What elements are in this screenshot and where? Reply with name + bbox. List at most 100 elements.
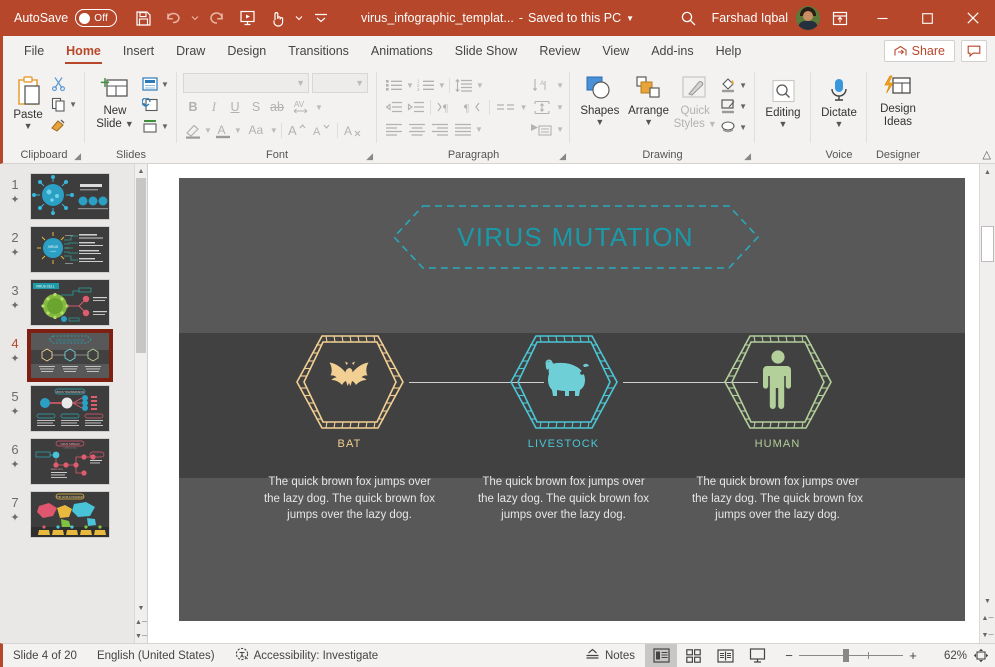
quick-styles-dropdown-icon[interactable]: ▼ xyxy=(708,120,717,129)
body-text-human[interactable]: The quick brown fox jumps over the lazy … xyxy=(689,474,867,524)
shapes-dropdown-icon[interactable]: ▼ xyxy=(595,118,604,127)
tab-add-ins[interactable]: Add-ins xyxy=(640,36,704,66)
zoom-in-button[interactable]: + xyxy=(903,648,923,663)
editing-button[interactable]: Editing ▼ xyxy=(761,77,805,129)
slide-sorter-view-button[interactable] xyxy=(677,644,709,667)
align-text-dropdown-icon[interactable]: ▼ xyxy=(556,103,564,112)
thumbnail-slide-1[interactable]: 1 ✦ xyxy=(0,170,147,223)
touch-mode-icon[interactable] xyxy=(263,5,291,31)
change-case-button[interactable]: Aa xyxy=(243,120,269,140)
tab-help[interactable]: Help xyxy=(705,36,753,66)
arrange-button[interactable]: Arrange ▼ xyxy=(624,73,674,127)
slide-title-shape[interactable]: VIRUS MUTATION xyxy=(392,204,760,270)
node-bat[interactable]: BAT xyxy=(291,330,409,450)
new-slide-button[interactable]: New Slide ▼ xyxy=(91,73,139,131)
italic-button[interactable]: I xyxy=(204,97,224,117)
accessibility-checker[interactable]: Accessibility: Investigate xyxy=(225,644,389,667)
paste-dropdown-icon[interactable]: ▼ xyxy=(24,122,33,131)
rtl-text-direction-button[interactable]: ¶ xyxy=(461,97,487,117)
save-state-label[interactable]: Saved to this PC xyxy=(528,11,621,25)
character-spacing-dropdown-icon[interactable]: ▼ xyxy=(315,103,323,112)
dictate-dropdown-icon[interactable]: ▼ xyxy=(835,120,844,129)
font-dialog-launcher[interactable]: ◢ xyxy=(366,151,373,162)
user-name[interactable]: Farshad Iqbal xyxy=(712,11,788,25)
shapes-button[interactable]: Shapes ▼ xyxy=(576,73,624,127)
paragraph-dialog-launcher[interactable]: ◢ xyxy=(559,151,566,162)
normal-view-button[interactable] xyxy=(645,643,677,667)
clipboard-dialog-launcher[interactable]: ◢ xyxy=(74,151,81,162)
character-spacing-button[interactable]: AV xyxy=(288,97,314,117)
undo-icon[interactable] xyxy=(159,5,187,31)
comments-button[interactable] xyxy=(961,40,987,62)
save-state-dropdown-icon[interactable]: ▼ xyxy=(626,14,634,23)
tab-slide-show[interactable]: Slide Show xyxy=(444,36,529,66)
thumbnail-slide-5[interactable]: 5 ✦ VIRUS TRANSMISSION xyxy=(0,382,147,435)
shape-outline-dropdown-icon[interactable]: ▼ xyxy=(739,102,747,111)
save-icon[interactable] xyxy=(129,5,157,31)
customize-quick-access-icon[interactable] xyxy=(307,5,335,31)
paste-button[interactable]: Paste ▼ xyxy=(9,73,47,131)
slide-previous-slide-icon[interactable]: ▲─ xyxy=(980,610,995,626)
columns-dropdown-icon[interactable]: ▼ xyxy=(520,103,528,112)
tab-draw[interactable]: Draw xyxy=(165,36,216,66)
slide-show-view-button[interactable] xyxy=(741,644,773,667)
align-left-button[interactable] xyxy=(383,119,405,139)
ltr-text-direction-button[interactable]: ¶ xyxy=(434,97,460,117)
body-text-livestock[interactable]: The quick brown fox jumps over the lazy … xyxy=(475,474,653,524)
thumbnail-scroll-thumb[interactable] xyxy=(136,178,146,353)
justify-dropdown-icon[interactable]: ▼ xyxy=(475,125,483,134)
text-shadow-button[interactable]: S xyxy=(246,97,266,117)
shape-effects-dropdown-icon[interactable]: ▼ xyxy=(739,123,747,132)
tab-file[interactable]: File xyxy=(13,36,55,66)
slide-counter[interactable]: Slide 4 of 20 xyxy=(3,644,87,667)
font-color-button[interactable]: A xyxy=(213,120,233,140)
thumbnail-slide-4[interactable]: 4 ✦ VIRUS MUTATION xyxy=(0,329,147,382)
redo-icon[interactable] xyxy=(203,5,231,31)
start-from-beginning-icon[interactable] xyxy=(233,5,261,31)
format-painter-button[interactable] xyxy=(47,115,79,135)
font-color-dropdown-icon[interactable]: ▼ xyxy=(234,126,242,135)
line-spacing-button[interactable] xyxy=(453,75,475,95)
slide-scroll-up-icon[interactable]: ▲ xyxy=(980,164,995,180)
line-spacing-dropdown-icon[interactable]: ▼ xyxy=(476,81,484,90)
bullets-button[interactable] xyxy=(383,75,405,95)
thumbnail-next-slide-icon[interactable]: ▼─ xyxy=(135,629,147,643)
font-size-dropdown-icon[interactable]: ▼ xyxy=(355,78,364,88)
layout-dropdown-icon[interactable]: ▼ xyxy=(161,80,169,89)
slide-vertical-scrollbar[interactable]: ▲ ▼ ▲─ ▼─ xyxy=(979,164,995,643)
new-slide-dropdown-icon[interactable]: ▼ xyxy=(125,120,134,129)
thumbnail-scroll-down-icon[interactable]: ▼ xyxy=(135,601,147,615)
bold-button[interactable]: B xyxy=(183,97,203,117)
arrange-dropdown-icon[interactable]: ▼ xyxy=(644,118,653,127)
text-direction-dropdown-icon[interactable]: ▼ xyxy=(556,81,564,90)
decrease-indent-button[interactable] xyxy=(383,97,405,117)
thumbnail-prev-slide-icon[interactable]: ▲─ xyxy=(135,615,147,629)
convert-to-smartart-dropdown-icon[interactable]: ▼ xyxy=(556,125,564,134)
layout-button[interactable]: ▼ xyxy=(139,74,171,94)
drawing-dialog-launcher[interactable]: ◢ xyxy=(744,151,751,162)
editing-dropdown-icon[interactable]: ▼ xyxy=(779,120,788,129)
maximize-button[interactable] xyxy=(905,0,950,36)
font-name-dropdown-icon[interactable]: ▼ xyxy=(296,78,305,88)
shape-effects-button[interactable]: ▼ xyxy=(717,117,749,137)
numbering-button[interactable]: 123 xyxy=(415,75,437,95)
dictate-button[interactable]: Dictate ▼ xyxy=(817,75,861,129)
share-button[interactable]: Share xyxy=(883,40,955,62)
increase-indent-button[interactable] xyxy=(406,97,428,117)
thumbnail-scroll-up-icon[interactable]: ▲ xyxy=(135,164,147,178)
numbering-dropdown-icon[interactable]: ▼ xyxy=(438,81,446,90)
fit-slide-to-window-button[interactable] xyxy=(967,644,995,667)
close-button[interactable] xyxy=(950,0,995,36)
reading-view-button[interactable] xyxy=(709,644,741,667)
zoom-slider-track[interactable] xyxy=(799,649,903,662)
zoom-out-button[interactable]: − xyxy=(779,648,799,663)
quick-styles-button[interactable]: Quick Styles ▼ xyxy=(673,73,717,131)
avatar[interactable] xyxy=(796,6,820,30)
cut-button[interactable] xyxy=(47,73,79,93)
tab-design[interactable]: Design xyxy=(216,36,277,66)
zoom-slider[interactable]: − + xyxy=(773,648,929,663)
convert-to-smartart-button[interactable] xyxy=(527,119,555,139)
font-name-combo[interactable]: ▼ xyxy=(183,73,309,93)
search-icon[interactable] xyxy=(672,0,706,36)
text-highlight-dropdown-icon[interactable]: ▼ xyxy=(204,126,212,135)
